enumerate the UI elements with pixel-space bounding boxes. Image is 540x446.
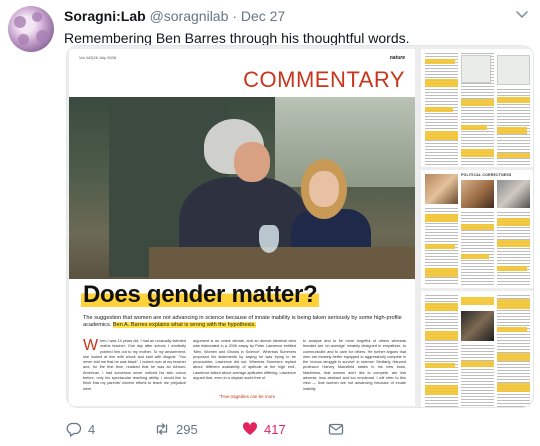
thumb-section-title: POLITICAL CORRECTNESS <box>461 173 512 177</box>
pull-quote: "Few tragedies can be more <box>219 394 276 399</box>
photo-teacher-face <box>234 142 270 182</box>
avatar-cell-shape <box>14 16 26 28</box>
thumb-highlight <box>461 297 494 305</box>
tweet-media[interactable]: Vol 442|26 July 2006 nature COMMENTARY D… <box>66 45 534 408</box>
thumb-highlight <box>425 214 458 222</box>
thumb-highlight <box>497 266 527 271</box>
page-header: Vol 442|26 July 2006 nature <box>79 55 405 63</box>
tweet-date[interactable]: Dec 27 <box>241 8 285 24</box>
thumb-highlight <box>461 149 494 157</box>
thumb-highlight <box>425 363 455 368</box>
journal-logo: nature <box>389 55 405 61</box>
drop-cap: W <box>83 337 99 354</box>
avatar-cell-shape <box>32 12 42 22</box>
thumb-highlight <box>461 99 494 106</box>
thumb-highlight <box>425 244 455 249</box>
thumbnail-page-1 <box>421 49 533 167</box>
thumb-highlight <box>497 218 530 226</box>
display-name[interactable]: Soragni:Lab <box>64 8 146 24</box>
thumb-highlight <box>497 153 530 158</box>
avatar[interactable] <box>8 6 54 52</box>
thumb-highlight <box>461 125 487 130</box>
thumb-highlight <box>461 361 494 367</box>
avatar-cell-shape <box>18 34 29 45</box>
thumb-chart-figure <box>461 55 491 83</box>
header-separator: · <box>232 8 237 24</box>
thumb-highlight <box>425 107 453 112</box>
photo-flask <box>259 225 279 253</box>
thumb-highlight <box>425 79 458 87</box>
thumb-highlight <box>425 303 458 311</box>
thumb-highlight <box>461 254 489 259</box>
thumb-group-photo <box>461 311 494 341</box>
deck-highlight: Ben A. Barres explains what is wrong wit… <box>112 322 256 328</box>
envelope-icon <box>328 423 344 435</box>
section-title: COMMENTARY <box>243 67 405 92</box>
thumb-highlight <box>497 299 530 309</box>
article-deck: The suggestion that women are not advanc… <box>83 315 405 329</box>
article-column-3: to analyse and to be more forgetful of o… <box>303 339 406 392</box>
thumb-highlight <box>425 331 458 340</box>
headline-question-mark: ? <box>303 281 318 308</box>
article-page: Vol 442|26 July 2006 nature COMMENTARY D… <box>69 49 415 406</box>
reply-icon <box>66 422 82 437</box>
thumb-highlight <box>461 224 494 230</box>
tweet-text: Remembering Ben Barres through his thoug… <box>64 30 410 46</box>
thumb-portrait-photo <box>497 180 530 208</box>
thumb-portrait-photo <box>425 174 458 204</box>
thumb-highlight <box>497 127 527 134</box>
thumb-chart-figure <box>497 55 530 85</box>
thumb-highlight <box>425 268 458 277</box>
headline-text: Does gender matter <box>83 281 303 308</box>
page-header-issue: Vol 442|26 July 2006 <box>79 55 117 60</box>
column-1-text: hen I was 14 years old, I had an unusual… <box>83 339 186 391</box>
reply-count: 4 <box>88 421 96 437</box>
photo-desk <box>149 247 415 279</box>
article-column-2: argument is an online debate, and an alm… <box>193 339 296 381</box>
reply-button[interactable]: 4 <box>66 421 95 437</box>
retweet-icon <box>156 423 168 435</box>
column-3-text: to analyse and to be more forgetful of o… <box>303 339 406 391</box>
tweet-header: Soragni:Lab @soragnilab · Dec 27 <box>64 8 285 24</box>
thumb-highlight <box>497 353 530 361</box>
article-column-1: W hen I was 14 years old, I had an unusu… <box>83 337 186 392</box>
column-2-text: argument is an online debate, and an alm… <box>193 339 296 381</box>
photo-student-face <box>309 171 339 207</box>
user-handle[interactable]: @soragnilab <box>150 8 229 24</box>
thumb-highlight <box>425 131 458 140</box>
thumb-text-column <box>461 345 494 407</box>
thumb-highlight <box>497 240 530 247</box>
like-count: 417 <box>264 421 286 437</box>
thumbnail-page-2: POLITICAL CORRECTNESS <box>421 170 533 288</box>
photo-window <box>275 97 415 187</box>
avatar-cell-shape <box>36 30 49 43</box>
thumb-highlight <box>497 383 530 392</box>
article-headline: Does gender matter? <box>81 281 320 309</box>
thumb-highlight <box>497 327 527 332</box>
like-button[interactable]: 417 <box>242 421 286 437</box>
article-photo <box>69 97 415 279</box>
thumb-highlight <box>497 97 530 103</box>
tweet-actions: 4 295 417 <box>66 421 526 439</box>
thumb-highlight <box>425 59 455 64</box>
thumb-highlight <box>425 385 458 395</box>
chevron-down-icon[interactable] <box>514 6 530 22</box>
heart-icon <box>242 422 258 435</box>
thumb-portrait-photo <box>461 180 494 208</box>
retweet-button[interactable]: 295 <box>154 421 198 437</box>
thumbnail-page-3 <box>421 291 533 407</box>
direct-message-button[interactable] <box>328 421 344 437</box>
retweet-count: 295 <box>176 421 198 437</box>
